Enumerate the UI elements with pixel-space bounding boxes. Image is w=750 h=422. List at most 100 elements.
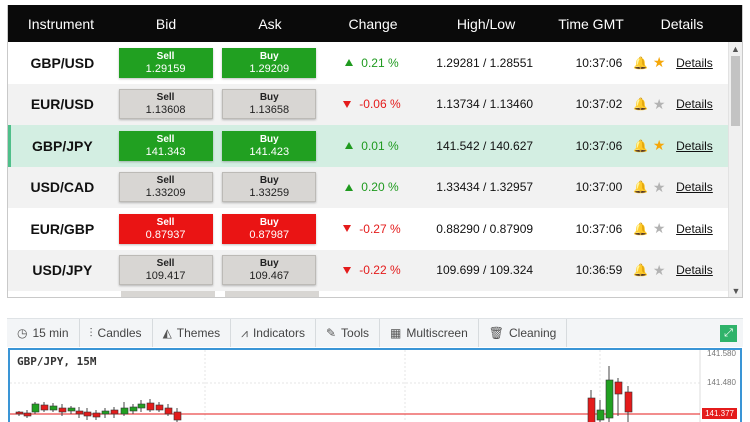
sell-label: Sell xyxy=(156,175,175,187)
details-link[interactable]: Details xyxy=(676,263,728,277)
expand-icon[interactable]: ⤢ xyxy=(720,325,737,342)
buy-button[interactable]: Buy 1.33259 xyxy=(222,172,317,203)
candle-body xyxy=(92,412,101,418)
table-row[interactable]: EUR/USD Sell 1.13608 Buy 1.13658 -0.06 % 1.137… xyxy=(8,83,728,125)
themes-button[interactable]: ◭ Themes xyxy=(153,319,232,347)
details-link[interactable]: Details xyxy=(676,139,728,153)
time-value: 10:37:06 xyxy=(575,55,623,70)
candles-icon: ⫶ xyxy=(89,325,93,340)
bid-price: 0.87937 xyxy=(145,228,186,241)
candle-body xyxy=(31,403,40,413)
change-value: -0.22 % xyxy=(359,263,401,278)
arrow-up-icon xyxy=(345,183,354,191)
timeframe-button[interactable]: ◷ 15 min xyxy=(7,319,80,347)
time-value: 10:37:00 xyxy=(575,180,623,195)
trash-icon: 🗑 xyxy=(488,326,504,340)
instrument-name: EUR/GBP xyxy=(30,220,95,237)
sell-label: Sell xyxy=(156,50,175,62)
sell-button[interactable]: Sell 1.13608 xyxy=(118,89,213,120)
arrow-down-icon xyxy=(343,266,352,274)
bell-icon[interactable]: 🔔 xyxy=(633,222,648,236)
candle-body xyxy=(146,402,155,411)
buy-button[interactable] xyxy=(225,291,319,297)
bell-icon[interactable]: 🔔 xyxy=(633,263,648,277)
buy-button[interactable]: Buy 141.423 xyxy=(222,130,317,161)
table-row[interactable]: USD/CAD Sell 1.33209 Buy 1.33259 0.20 % 1.3343… xyxy=(8,166,728,208)
quotes-table: Instrument Bid Ask Change High/Low Time … xyxy=(7,5,743,298)
buy-label: Buy xyxy=(259,50,279,62)
price-chart[interactable]: 141.580 141.480 GBP/JPY, 15M 141.377 xyxy=(8,348,742,422)
candle-body xyxy=(164,407,173,415)
candle-body xyxy=(110,409,119,415)
sell-label: Sell xyxy=(156,258,175,270)
table-row xyxy=(8,291,728,297)
instrument-name: EUR/USD xyxy=(30,96,94,113)
table-row[interactable]: GBP/USD Sell 1.29159 Buy 1.29209 0.21 % 1.2928… xyxy=(8,42,728,84)
bell-icon[interactable]: 🔔 xyxy=(633,139,648,153)
sell-label: Sell xyxy=(156,92,175,104)
sell-button[interactable] xyxy=(121,291,215,297)
candle-body xyxy=(129,406,138,412)
sell-button[interactable]: Sell 141.343 xyxy=(118,130,213,161)
scroll-up-icon[interactable]: ▲ xyxy=(729,42,742,56)
candle-body xyxy=(75,410,84,415)
tools-button[interactable]: ✎ Tools xyxy=(316,319,381,347)
candles-label: Candles xyxy=(97,326,142,340)
candle-body xyxy=(101,410,110,415)
ask-price: 1.13658 xyxy=(249,104,290,117)
header-time: Time GMT xyxy=(558,15,624,32)
star-icon[interactable]: ★ xyxy=(653,96,666,113)
candle-body xyxy=(605,379,614,419)
ask-price: 1.33259 xyxy=(249,187,290,200)
candles-button[interactable]: ⫶ Candles xyxy=(80,319,153,347)
table-row[interactable]: EUR/GBP Sell 0.87937 Buy 0.87987 -0.27 % 0.882… xyxy=(8,208,728,250)
multiscreen-button[interactable]: ▦ Multiscreen xyxy=(380,319,479,347)
cleaning-button[interactable]: 🗑 Cleaning xyxy=(479,319,568,347)
table-row[interactable]: GBP/JPY Sell 141.343 Buy 141.423 0.01 % 141.54… xyxy=(8,125,728,167)
buy-button[interactable]: Buy 0.87987 xyxy=(222,213,317,244)
bell-icon[interactable]: 🔔 xyxy=(633,97,648,111)
candle-body xyxy=(137,403,146,409)
star-icon[interactable]: ★ xyxy=(653,54,666,71)
sell-button[interactable]: Sell 109.417 xyxy=(118,255,213,286)
chart-title: GBP/JPY, 15M xyxy=(17,355,97,368)
candle-body xyxy=(624,391,633,413)
table-scrollbar[interactable]: ▲ ▼ xyxy=(728,42,742,297)
scroll-thumb[interactable] xyxy=(731,56,740,126)
details-link[interactable]: Details xyxy=(676,97,728,111)
star-icon[interactable]: ★ xyxy=(653,220,666,237)
header-details: Details xyxy=(660,15,704,32)
price-axis-label: 141.480 xyxy=(707,378,736,387)
star-icon[interactable]: ★ xyxy=(653,137,666,154)
buy-label: Buy xyxy=(259,216,279,228)
high-low-value: 1.13734 / 1.13460 xyxy=(436,97,534,112)
header-bid: Bid xyxy=(155,15,177,32)
indicators-button[interactable]: ⩘ Indicators xyxy=(231,319,316,347)
candle-body xyxy=(587,397,596,422)
sell-button[interactable]: Sell 1.29159 xyxy=(118,47,213,78)
star-icon[interactable]: ★ xyxy=(653,179,666,196)
high-low-value: 1.33434 / 1.32957 xyxy=(436,180,534,195)
themes-label: Themes xyxy=(176,326,221,340)
table-body: GBP/USD Sell 1.29159 Buy 1.29209 0.21 % 1.2928… xyxy=(8,42,728,297)
bell-icon[interactable]: 🔔 xyxy=(633,56,648,70)
scroll-down-icon[interactable]: ▼ xyxy=(729,284,742,297)
change-cell: 0.21 % xyxy=(321,56,423,70)
buy-button[interactable]: Buy 1.29209 xyxy=(222,47,317,78)
table-row[interactable]: USD/JPY Sell 109.417 Buy 109.467 -0.22 % 109.6… xyxy=(8,249,728,291)
bid-price: 1.33209 xyxy=(145,187,186,200)
sell-button[interactable]: Sell 1.33209 xyxy=(118,172,213,203)
high-low-value: 141.542 / 140.627 xyxy=(436,138,534,153)
details-link[interactable]: Details xyxy=(676,56,728,70)
sell-button[interactable]: Sell 0.87937 xyxy=(118,213,213,244)
instrument-name: GBP/USD xyxy=(30,54,95,71)
star-icon[interactable]: ★ xyxy=(653,262,666,279)
details-link[interactable]: Details xyxy=(676,180,728,194)
price-axis-label: 141.580 xyxy=(707,350,736,358)
high-low-value: 0.88290 / 0.87909 xyxy=(436,221,534,236)
details-link[interactable]: Details xyxy=(676,222,728,236)
buy-button[interactable]: Buy 109.467 xyxy=(222,255,317,286)
buy-button[interactable]: Buy 1.13658 xyxy=(222,89,317,120)
last-price-tag: 141.377 xyxy=(702,408,737,419)
bell-icon[interactable]: 🔔 xyxy=(633,180,648,194)
